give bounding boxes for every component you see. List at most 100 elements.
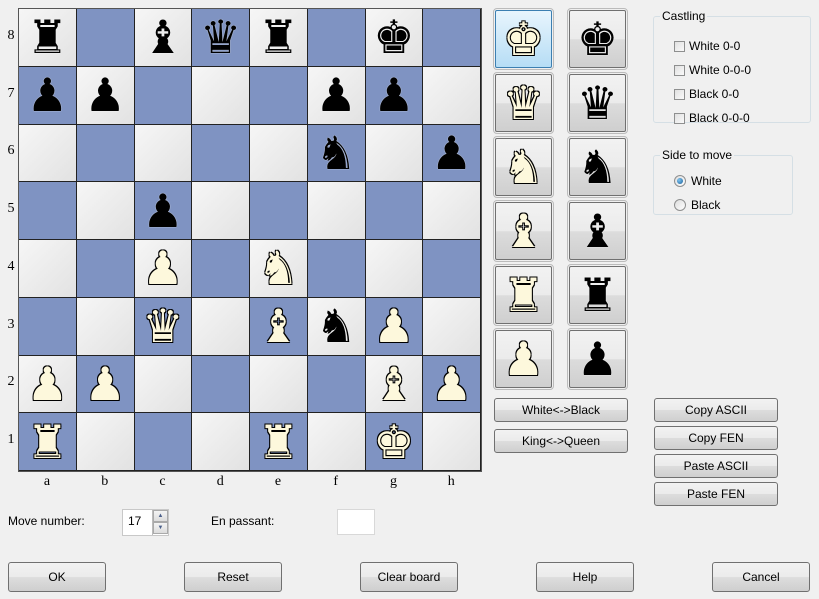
square-g5[interactable] xyxy=(365,182,424,240)
castling-white-kingside[interactable]: White 0-0 xyxy=(674,39,740,53)
square-g8[interactable]: ♚ xyxy=(365,9,424,67)
square-a1[interactable]: ♜ xyxy=(19,413,77,471)
square-c7[interactable] xyxy=(134,66,193,125)
white-rook-icon[interactable]: ♜ xyxy=(27,419,68,465)
white-king-icon[interactable]: ♚ xyxy=(373,419,414,465)
square-c2[interactable] xyxy=(134,355,193,414)
square-d2[interactable] xyxy=(192,355,250,414)
square-d4[interactable] xyxy=(192,240,250,298)
square-c1[interactable] xyxy=(134,413,193,471)
square-h7[interactable] xyxy=(423,66,481,125)
palette-white-queen-button[interactable]: ♛ xyxy=(493,72,554,134)
palette-white-pawn-button[interactable]: ♟ xyxy=(493,328,554,390)
square-d5[interactable] xyxy=(192,182,250,240)
ok-button[interactable]: OK xyxy=(8,562,106,592)
white-pawn-icon[interactable]: ♟ xyxy=(431,361,472,407)
square-f8[interactable] xyxy=(307,9,366,67)
square-g4[interactable] xyxy=(365,240,424,298)
white-pawn-icon[interactable]: ♟ xyxy=(27,361,68,407)
square-b4[interactable] xyxy=(76,240,135,298)
castling-black-kingside[interactable]: Black 0-0 xyxy=(674,87,739,101)
square-f4[interactable] xyxy=(307,240,366,298)
white-queen-icon[interactable]: ♛ xyxy=(142,303,183,349)
white-pawn-icon[interactable]: ♟ xyxy=(373,303,414,349)
square-g7[interactable]: ♟ xyxy=(365,66,424,125)
square-h5[interactable] xyxy=(423,182,481,240)
black-bishop-icon[interactable]: ♝ xyxy=(142,14,183,60)
square-e6[interactable] xyxy=(250,124,308,183)
square-h1[interactable] xyxy=(423,413,481,471)
black-rook-icon[interactable]: ♜ xyxy=(27,14,68,60)
square-b6[interactable] xyxy=(76,124,135,183)
square-a8[interactable]: ♜ xyxy=(19,9,77,67)
en-passant-input[interactable] xyxy=(337,509,375,535)
side-black-radio[interactable]: Black xyxy=(674,198,720,212)
square-b8[interactable] xyxy=(76,9,135,67)
paste-fen-button[interactable]: Paste FEN xyxy=(654,482,778,506)
clear-board-button[interactable]: Clear board xyxy=(360,562,458,592)
square-h2[interactable]: ♟ xyxy=(423,355,481,414)
swap-king-queen-button[interactable]: King<->Queen xyxy=(494,429,628,453)
square-e3[interactable]: ♝ xyxy=(250,297,308,356)
square-c3[interactable]: ♛ xyxy=(134,297,193,356)
white-knight-icon[interactable]: ♞ xyxy=(258,245,299,291)
square-d8[interactable]: ♛ xyxy=(192,9,250,67)
black-pawn-icon[interactable]: ♟ xyxy=(142,188,183,234)
square-a7[interactable]: ♟ xyxy=(19,66,77,125)
square-h8[interactable] xyxy=(423,9,481,67)
black-pawn-icon[interactable]: ♟ xyxy=(316,72,357,118)
black-pawn-icon[interactable]: ♟ xyxy=(431,130,472,176)
palette-white-king-button[interactable]: ♚ xyxy=(493,8,554,70)
square-d7[interactable] xyxy=(192,66,250,125)
paste-ascii-button[interactable]: Paste ASCII xyxy=(654,454,778,478)
white-pawn-icon[interactable]: ♟ xyxy=(142,245,183,291)
square-f5[interactable] xyxy=(307,182,366,240)
black-queen-icon[interactable]: ♛ xyxy=(200,14,241,60)
square-c5[interactable]: ♟ xyxy=(134,182,193,240)
black-knight-icon[interactable]: ♞ xyxy=(316,130,357,176)
square-e7[interactable] xyxy=(250,66,308,125)
white-bishop-icon[interactable]: ♝ xyxy=(258,303,299,349)
swap-colors-button[interactable]: White<->Black xyxy=(494,398,628,422)
help-button[interactable]: Help xyxy=(536,562,634,592)
square-c8[interactable]: ♝ xyxy=(134,9,193,67)
palette-white-rook-button[interactable]: ♜ xyxy=(493,264,554,326)
square-a2[interactable]: ♟ xyxy=(19,355,77,414)
cancel-button[interactable]: Cancel xyxy=(712,562,810,592)
square-e1[interactable]: ♜ xyxy=(250,413,308,471)
square-f2[interactable] xyxy=(307,355,366,414)
black-king-icon[interactable]: ♚ xyxy=(373,14,414,60)
palette-black-king-button[interactable]: ♚ xyxy=(567,8,628,70)
square-c6[interactable] xyxy=(134,124,193,183)
square-g2[interactable]: ♝ xyxy=(365,355,424,414)
black-pawn-icon[interactable]: ♟ xyxy=(85,72,126,118)
square-b1[interactable] xyxy=(76,413,135,471)
copy-fen-button[interactable]: Copy FEN xyxy=(654,426,778,450)
square-d6[interactable] xyxy=(192,124,250,183)
castling-black-queenside[interactable]: Black 0-0-0 xyxy=(674,111,750,125)
checkbox-icon[interactable] xyxy=(674,64,685,76)
square-a4[interactable] xyxy=(19,240,77,298)
palette-white-bishop-button[interactable]: ♝ xyxy=(493,200,554,262)
square-g1[interactable]: ♚ xyxy=(365,413,424,471)
square-e4[interactable]: ♞ xyxy=(250,240,308,298)
square-a3[interactable] xyxy=(19,297,77,356)
palette-black-rook-button[interactable]: ♜ xyxy=(567,264,628,326)
side-white-radio[interactable]: White xyxy=(674,174,722,188)
black-pawn-icon[interactable]: ♟ xyxy=(373,72,414,118)
castling-white-queenside[interactable]: White 0-0-0 xyxy=(674,63,751,77)
square-b2[interactable]: ♟ xyxy=(76,355,135,414)
white-rook-icon[interactable]: ♜ xyxy=(258,419,299,465)
reset-button[interactable]: Reset xyxy=(184,562,282,592)
move-number-value[interactable]: 17 xyxy=(128,514,141,528)
palette-white-knight-button[interactable]: ♞ xyxy=(493,136,554,198)
square-g3[interactable]: ♟ xyxy=(365,297,424,356)
square-b3[interactable] xyxy=(76,297,135,356)
checkbox-icon[interactable] xyxy=(674,88,685,100)
square-f3[interactable]: ♞ xyxy=(307,297,366,356)
square-h4[interactable] xyxy=(423,240,481,298)
square-a6[interactable] xyxy=(19,124,77,183)
copy-ascii-button[interactable]: Copy ASCII xyxy=(654,398,778,422)
palette-black-queen-button[interactable]: ♛ xyxy=(567,72,628,134)
square-f7[interactable]: ♟ xyxy=(307,66,366,125)
